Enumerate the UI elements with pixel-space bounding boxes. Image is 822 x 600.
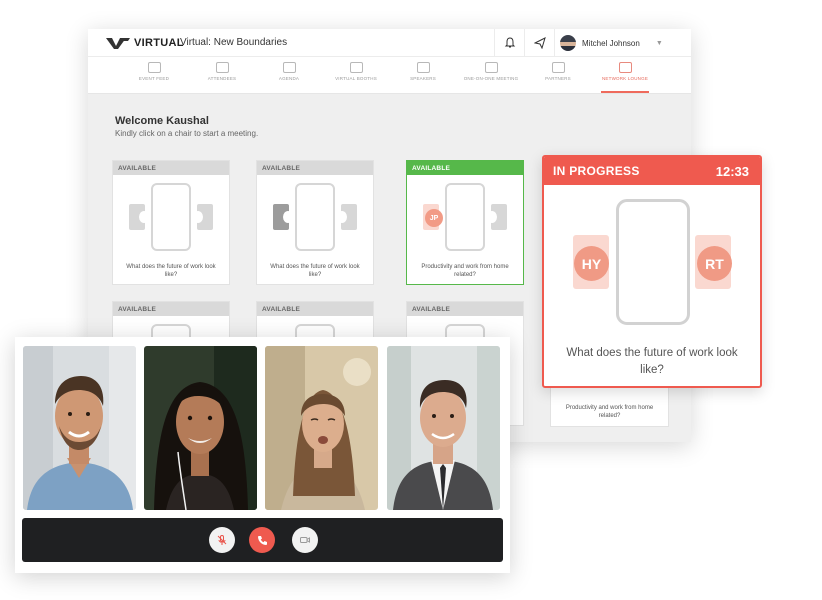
notifications-button[interactable] <box>494 29 524 57</box>
participant-avatar: RT <box>697 246 732 281</box>
nav-label: AGENDA <box>278 76 300 81</box>
video-call-panel <box>15 337 510 573</box>
lounge-table-card[interactable]: AVAILABLE What does the future of work l… <box>112 160 230 285</box>
bell-icon <box>504 37 515 48</box>
nav-item-speakers[interactable]: SPEAKERS <box>393 62 453 81</box>
card-status: AVAILABLE <box>113 161 229 175</box>
participant-video <box>265 346 378 510</box>
camera-off-icon <box>300 537 310 543</box>
table <box>295 183 335 251</box>
end-call-icon <box>258 536 267 545</box>
participant-avatar: HY <box>574 246 609 281</box>
user-menu[interactable]: Mitchel Johnson ▼ <box>554 29 691 57</box>
status-badge: IN PROGRESS <box>553 164 640 178</box>
meeting-icon <box>484 62 498 73</box>
event-title: Virtual: New Boundaries <box>180 37 288 48</box>
mute-button[interactable] <box>209 527 235 553</box>
partners-icon <box>551 62 565 73</box>
card-status: AVAILABLE <box>407 302 523 316</box>
chair-right[interactable] <box>337 204 357 230</box>
nav-item-network-lounge[interactable]: NETWORK LOUNGE <box>595 62 655 93</box>
event-feed-icon <box>147 62 161 73</box>
stage: VIRTUAL Virtual: New Boundaries Mitchel … <box>0 0 822 600</box>
user-avatar <box>560 35 576 51</box>
virtual-booths-icon <box>349 62 363 73</box>
nav-label: VIRTUAL BOOTHS <box>335 76 377 81</box>
card-status: AVAILABLE <box>257 161 373 175</box>
meeting-timer: 12:33 <box>715 163 749 179</box>
send-icon <box>533 37 546 49</box>
attendees-icon <box>215 62 229 73</box>
card-topic: What does the future of work look like? <box>270 264 360 278</box>
card-status: AVAILABLE <box>113 302 229 316</box>
nav-label: NETWORK LOUNGE <box>601 76 649 81</box>
top-bar: VIRTUAL Virtual: New Boundaries Mitchel … <box>88 29 691 57</box>
participant-video <box>23 346 136 510</box>
chevron-down-icon: ▼ <box>655 39 663 47</box>
end-call-button[interactable] <box>249 527 275 553</box>
participant-video <box>144 346 257 510</box>
chair-left[interactable] <box>129 204 149 230</box>
speakers-icon <box>416 62 430 73</box>
chair-right[interactable] <box>487 204 507 230</box>
nav-label: PARTNERS <box>545 76 571 81</box>
video-tile[interactable] <box>387 346 500 510</box>
nav-bar: EVENT FEED ATTENDEES AGENDA VIRTUAL BOOT… <box>88 57 691 94</box>
nav-label: EVENT FEED <box>138 76 170 81</box>
card-topic: Productivity and work from home related? <box>421 264 509 278</box>
lounge-icon <box>618 62 632 73</box>
logo-text: VIRTUAL <box>134 37 184 49</box>
mic-muted-icon <box>217 535 227 545</box>
table <box>616 199 690 325</box>
card-status: AVAILABLE <box>407 161 523 175</box>
agenda-icon <box>282 62 296 73</box>
instruction-text: Kindly click on a chair to start a meeti… <box>115 129 259 138</box>
nav-item-attendees[interactable]: ATTENDEES <box>192 62 252 81</box>
chair-right[interactable] <box>193 204 213 230</box>
nav-item-virtual-booths[interactable]: VIRTUAL BOOTHS <box>326 62 386 81</box>
logo-icon <box>106 38 130 49</box>
nav-label: ATTENDEES <box>207 76 237 81</box>
lounge-table-card[interactable]: AVAILABLE JP Productivity and work from … <box>406 160 524 285</box>
logo[interactable]: VIRTUAL <box>106 36 184 50</box>
card-topic: Productivity and work from home related? <box>565 405 654 419</box>
table <box>151 183 191 251</box>
nav-label: SPEAKERS <box>410 76 436 81</box>
table <box>445 183 485 251</box>
video-tile[interactable] <box>23 346 136 510</box>
lounge-table-card[interactable]: AVAILABLE What does the future of work l… <box>256 160 374 285</box>
in-progress-card[interactable]: IN PROGRESS 12:33 HY RT What does the fu… <box>542 155 762 388</box>
send-button[interactable] <box>524 29 554 57</box>
lounge-table-card-partial[interactable]: Productivity and work from home related? <box>550 386 669 427</box>
in-progress-header: IN PROGRESS 12:33 <box>544 157 760 185</box>
camera-toggle-button[interactable] <box>292 527 318 553</box>
video-tile[interactable] <box>144 346 257 510</box>
user-name: Mitchel Johnson <box>582 38 640 48</box>
video-tile[interactable] <box>265 346 378 510</box>
participant-video <box>387 346 500 510</box>
card-status: AVAILABLE <box>257 302 373 316</box>
seated-avatar: JP <box>425 209 443 227</box>
nav-item-partners[interactable]: PARTNERS <box>528 62 588 81</box>
welcome-heading: Welcome Kaushal <box>115 115 209 127</box>
chair-left[interactable] <box>273 204 293 230</box>
nav-label: ONE-ON-ONE MEETING <box>463 76 519 81</box>
call-control-bar <box>22 518 503 562</box>
nav-item-one-on-one-meeting[interactable]: ONE-ON-ONE MEETING <box>461 62 521 81</box>
meeting-topic: What does the future of work look like? <box>566 347 738 376</box>
card-topic: What does the future of work look like? <box>126 264 216 278</box>
nav-item-agenda[interactable]: AGENDA <box>259 62 319 81</box>
nav-item-event-feed[interactable]: EVENT FEED <box>124 62 184 81</box>
